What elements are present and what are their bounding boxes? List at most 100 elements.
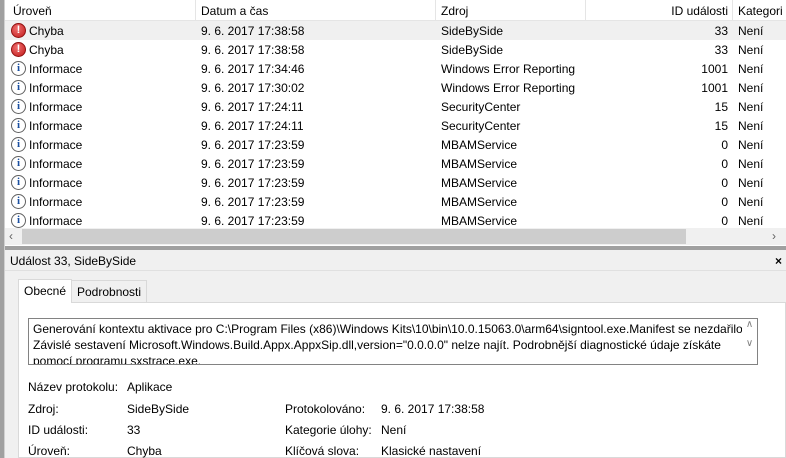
horizontal-scrollbar[interactable]: ‹ › [5,228,786,245]
cell-level: Informace [29,138,83,152]
event-list: Úroveň Datum a čas Zdroj ID události Kat… [5,0,786,246]
col-level[interactable]: Úroveň [13,4,52,18]
cell-level: Informace [29,214,83,228]
table-row[interactable]: i Informace 9. 6. 2017 17:30:02 Windows … [5,78,786,97]
error-icon: ! [11,23,26,38]
info-icon: i [11,194,26,209]
info-icon: i [11,213,26,228]
scroll-thumb[interactable] [22,229,686,244]
keywords-value: Klasické nastavení [381,444,482,458]
keywords-label: Klíčová slova: [285,444,360,458]
cell-level: Chyba [29,24,64,38]
info-icon: i [11,118,26,133]
table-row[interactable]: i Informace 9. 6. 2017 17:23:59 MBAMServ… [5,154,786,173]
table-row[interactable]: i Informace 9. 6. 2017 17:23:59 MBAMServ… [5,173,786,192]
logged-label: Protokolováno: [285,402,366,416]
tab-details[interactable]: Podrobnosti [71,280,148,303]
info-icon: i [11,61,26,76]
cell-category: Není [738,157,764,171]
cell-category: Není [738,214,764,228]
cell-date: 9. 6. 2017 17:24:11 [201,100,304,114]
info-icon: i [11,156,26,171]
task-label: Kategorie úlohy: [285,423,372,437]
info-icon: i [11,175,26,190]
task-value: Není [381,423,407,437]
cell-level: Informace [29,176,83,190]
table-row[interactable]: i Informace 9. 6. 2017 17:23:59 MBAMServ… [5,192,786,211]
scroll-up-icon[interactable]: ∧ [742,319,757,330]
cell-source: SecurityCenter [441,100,521,114]
col-id[interactable]: ID události [671,4,728,18]
cell-id: 33 [714,43,728,57]
cell-category: Není [738,119,764,133]
col-source[interactable]: Zdroj [441,4,468,18]
cell-id: 15 [714,119,728,133]
cell-level: Informace [29,119,83,133]
cell-category: Není [738,138,764,152]
scroll-down-icon[interactable]: ∨ [742,338,757,349]
cell-source: MBAMService [441,176,518,190]
cell-id: 0 [721,157,728,171]
source-value: SideBySide [127,402,190,416]
cell-source: MBAMService [441,214,518,228]
table-row[interactable]: i Informace 9. 6. 2017 17:24:11 Security… [5,116,786,135]
cell-date: 9. 6. 2017 17:38:58 [201,43,305,57]
cell-id: 15 [714,100,728,114]
cell-level: Informace [29,100,83,114]
col-date[interactable]: Datum a čas [201,4,268,18]
cell-source: MBAMService [441,157,518,171]
info-icon: i [11,80,26,95]
cell-source: SecurityCenter [441,119,521,133]
error-icon: ! [11,42,26,57]
cell-category: Není [738,81,764,95]
cell-date: 9. 6. 2017 17:23:59 [201,214,305,228]
cell-category: Není [738,62,764,76]
info-icon: i [11,99,26,114]
tab-general[interactable]: Obecné [18,279,73,303]
cell-id: 1001 [701,62,728,76]
event-message[interactable]: Generování kontextu aktivace pro C:\Prog… [28,318,758,365]
table-row[interactable]: i Informace 9. 6. 2017 17:34:46 Windows … [5,59,786,78]
id-label: ID události: [28,423,89,437]
cell-category: Není [738,176,764,190]
cell-date: 9. 6. 2017 17:30:02 [201,81,305,95]
cell-date: 9. 6. 2017 17:38:58 [201,24,305,38]
scroll-right-icon[interactable]: › [772,229,776,243]
cell-source: MBAMService [441,195,518,209]
close-icon[interactable]: × [775,254,782,268]
cell-level: Informace [29,81,83,95]
cell-source: Windows Error Reporting [441,62,576,76]
cell-id: 0 [721,214,728,228]
level-label: Úroveň: [28,444,71,458]
message-scrollbar[interactable]: ∧ ∨ [742,319,757,364]
table-row[interactable]: i Informace 9. 6. 2017 17:24:11 Security… [5,97,786,116]
col-category[interactable]: Kategori [738,4,783,18]
cell-level: Chyba [29,43,64,57]
cell-date: 9. 6. 2017 17:23:59 [201,157,305,171]
cell-level: Informace [29,157,83,171]
table-row[interactable]: ! Chyba 9. 6. 2017 17:38:58 SideBySide 3… [5,40,786,59]
logged-value: 9. 6. 2017 17:38:58 [381,402,485,416]
info-icon: i [11,137,26,152]
cell-date: 9. 6. 2017 17:23:59 [201,195,305,209]
cell-level: Informace [29,195,83,209]
detail-title: Událost 33, SideBySide [10,254,137,268]
cell-category: Není [738,195,764,209]
log-label: Název protokolu: [28,380,119,394]
log-value: Aplikace [127,380,173,394]
cell-date: 9. 6. 2017 17:23:59 [201,138,305,152]
cell-date: 9. 6. 2017 17:34:46 [201,62,305,76]
table-row[interactable]: ! Chyba 9. 6. 2017 17:38:58 SideBySide 3… [5,21,786,40]
cell-source: SideBySide [441,24,504,38]
cell-id: 33 [714,24,728,38]
cell-date: 9. 6. 2017 17:23:59 [201,176,305,190]
level-value: Chyba [127,444,162,458]
cell-source: SideBySide [441,43,504,57]
cell-date: 9. 6. 2017 17:24:11 [201,119,304,133]
scroll-left-icon[interactable]: ‹ [9,229,13,243]
table-row[interactable]: i Informace 9. 6. 2017 17:23:59 MBAMServ… [5,135,786,154]
cell-category: Není [738,100,764,114]
cell-level: Informace [29,62,83,76]
cell-source: MBAMService [441,138,518,152]
cell-id: 0 [721,195,728,209]
